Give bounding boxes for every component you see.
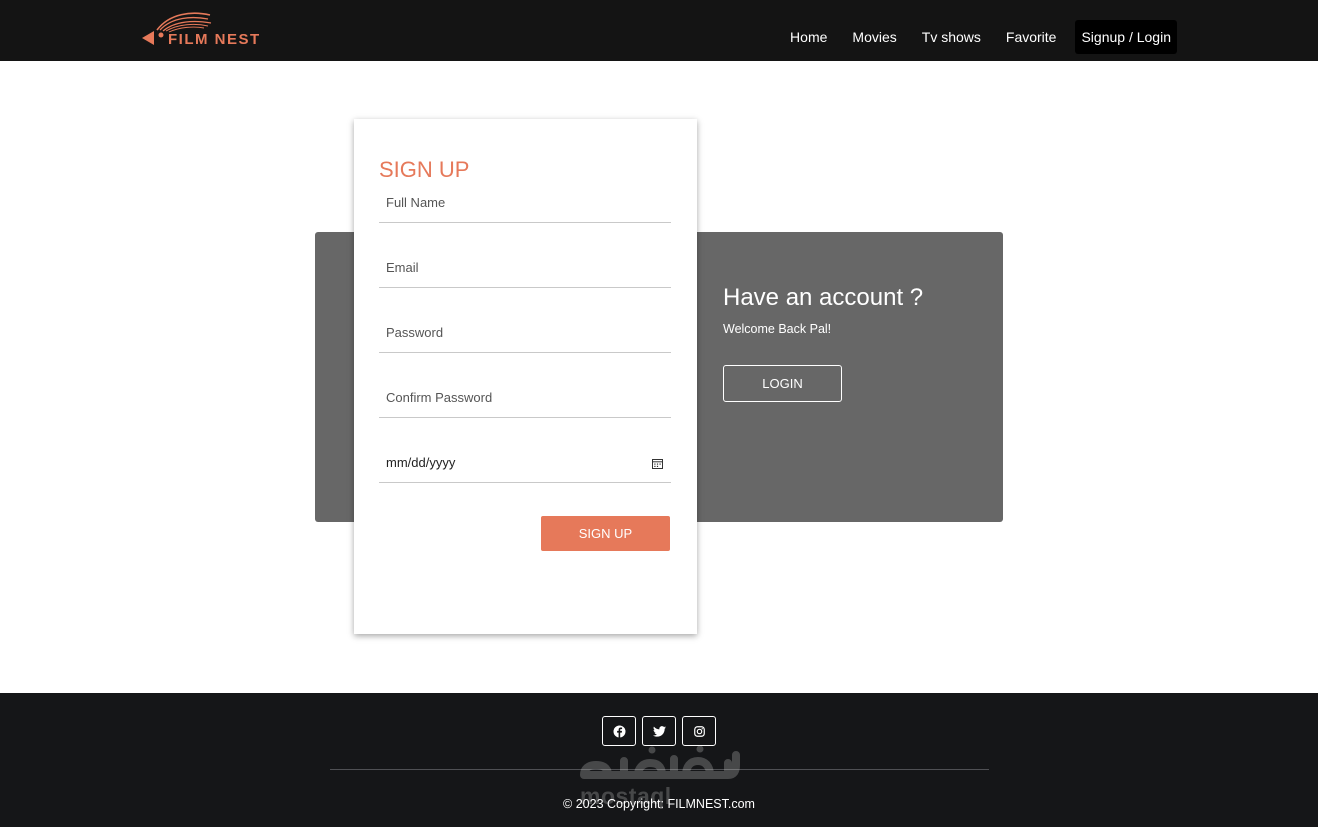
password-placeholder: Password (386, 325, 444, 340)
twitter-icon (652, 725, 666, 737)
nav-home[interactable]: Home (778, 20, 839, 54)
login-button[interactable]: LOGIN (723, 365, 842, 402)
nav-signup-login[interactable]: Signup / Login (1075, 20, 1177, 54)
login-panel-subtext: Welcome Back Pal! (723, 322, 832, 336)
main-nav: Home Movies Tv shows Favorite Signup / L… (777, 20, 1177, 54)
copyright-text: © 2023 Copyright: FILMNEST.com (563, 797, 755, 811)
nav-favorite[interactable]: Favorite (994, 20, 1069, 54)
full-name-field[interactable]: Full Name (379, 195, 671, 223)
footer: mostaql © 2023 Copyright: FILMNEST.com (0, 693, 1318, 827)
signup-card: SIGN UP Full Name Email Password Confirm… (354, 119, 697, 634)
email-placeholder: Email (386, 260, 419, 275)
email-field[interactable]: Email (379, 260, 671, 288)
nav-tv-shows[interactable]: Tv shows (910, 20, 993, 54)
password-field[interactable]: Password (379, 325, 671, 353)
nav-movies[interactable]: Movies (840, 20, 908, 54)
instagram-icon (693, 725, 705, 737)
brand-logo[interactable]: FILM NEST (140, 9, 280, 51)
facebook-icon (613, 725, 625, 737)
mostaql-arabic-logo-icon (580, 745, 740, 779)
calendar-icon[interactable] (652, 458, 663, 469)
signup-submit-button[interactable]: SIGN UP (541, 516, 670, 551)
full-name-placeholder: Full Name (386, 195, 446, 210)
top-navbar: FILM NEST Home Movies Tv shows Favorite … (0, 0, 1318, 61)
birth-date-field[interactable]: mm/dd/yyyy (379, 455, 671, 483)
confirm-password-field[interactable]: Confirm Password (379, 390, 671, 418)
signup-title: SIGN UP (379, 157, 470, 182)
confirm-password-placeholder: Confirm Password (386, 390, 493, 405)
birth-date-value: mm/dd/yyyy (386, 455, 456, 470)
login-panel-heading: Have an account ? (723, 284, 924, 311)
brand-name: FILM NEST (168, 31, 261, 48)
